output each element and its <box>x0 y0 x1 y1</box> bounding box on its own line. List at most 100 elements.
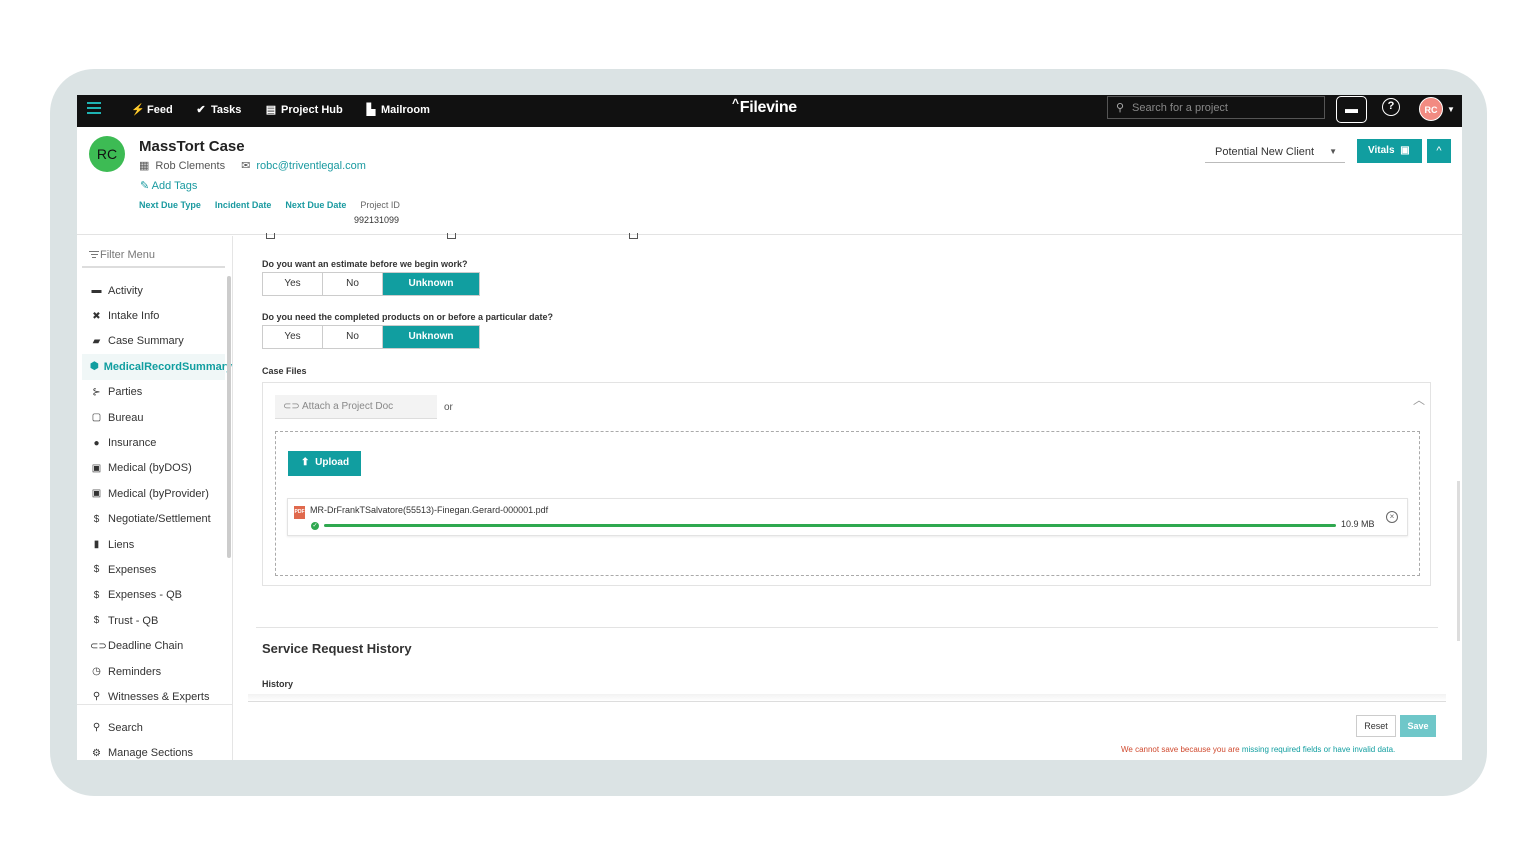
deadline-toggle: Yes No Unknown <box>262 325 480 349</box>
add-tags-button[interactable]: ✎ Add Tags <box>140 179 197 192</box>
sidebar-item-negotiate-settlement[interactable]: $ Negotiate/Settlement <box>82 507 225 532</box>
file-size: 10.9 MB <box>1341 519 1375 529</box>
next-due-date-field[interactable]: Next Due Date <box>285 200 346 210</box>
sidebar-item-liens[interactable]: ▮ Liens <box>82 532 225 557</box>
case-files-box: ⊂⊃ Attach a Project Doc or ︿ ⬆ Upload PD… <box>262 382 1431 586</box>
sidebar-item-expenses-qb[interactable]: $ Expenses - QB <box>82 583 225 608</box>
attach-project-doc-button[interactable]: ⊂⊃ Attach a Project Doc <box>275 395 437 419</box>
nav-tasks-label: Tasks <box>211 104 242 116</box>
uploaded-file: PDF MR-DrFrankTSalvatore(55513)-Finegan.… <box>287 498 1408 536</box>
sidebar-item-bureau[interactable]: ▢ Bureau <box>82 405 225 430</box>
file-dropzone[interactable]: ⬆ Upload PDF MR-DrFrankTSalvatore(55513)… <box>275 431 1420 576</box>
nav-feed[interactable]: ⚡ Feed <box>131 104 173 116</box>
parties-icon: ⊱ <box>92 386 101 398</box>
sidebar-item-medicalrecordsummary[interactable]: ⬢ MedicalRecordSummary <box>82 354 232 380</box>
estimate-unknown[interactable]: Unknown <box>383 273 479 295</box>
estimate-question: Do you want an estimate before we begin … <box>262 259 468 269</box>
sidebar-item-expenses[interactable]: $ Expenses <box>82 557 225 582</box>
section-divider <box>256 627 1438 628</box>
contact-email[interactable]: robc@triventlegal.com <box>256 160 366 172</box>
add-tags-label: Add Tags <box>151 180 198 192</box>
upload-button[interactable]: ⬆ Upload <box>288 451 361 476</box>
logo-chevron-icon: ^ <box>732 96 739 110</box>
service-history-title: Service Request History <box>262 641 412 656</box>
help-icon[interactable]: ? <box>1382 98 1400 116</box>
filter-menu-input[interactable]: Filter Menu <box>82 242 225 268</box>
checkbox[interactable] <box>629 233 638 239</box>
sidebar-search[interactable]: ⚲ Search <box>77 715 233 740</box>
main-scrollbar[interactable] <box>1457 481 1460 641</box>
client-avatar: RC <box>89 136 125 172</box>
sidebar-item-medical-bydos-[interactable]: ▣ Medical (byDOS) <box>82 456 225 481</box>
deadline-yes[interactable]: Yes <box>263 326 323 348</box>
incident-date-field[interactable]: Incident Date <box>215 200 272 210</box>
search-icon: ⚲ <box>92 722 101 734</box>
case-title: MassTort Case <box>139 138 245 155</box>
sidebar-item-label: Reminders <box>108 665 162 678</box>
chat-button[interactable]: ▬ <box>1336 96 1367 123</box>
chevron-up-icon: ^ <box>1436 145 1442 157</box>
phase-select-value: Potential New Client <box>1215 146 1315 158</box>
deadline-unknown[interactable]: Unknown <box>383 326 479 348</box>
reset-button[interactable]: Reset <box>1356 715 1396 737</box>
user-menu-caret-icon[interactable]: ▼ <box>1447 105 1455 114</box>
checkbox[interactable] <box>447 233 456 239</box>
project-hub-icon: ▤ <box>265 104 277 116</box>
sidebar-item-medical-byprovider-[interactable]: ▣ Medical (byProvider) <box>82 481 225 506</box>
project-search-input[interactable]: ⚲ Search for a project <box>1107 96 1325 119</box>
hamburger-menu-icon[interactable] <box>87 102 101 114</box>
nav-project-hub[interactable]: ▤ Project Hub <box>265 104 343 116</box>
upload-progress-bar <box>324 524 1336 527</box>
sidebar-item-trust-qb[interactable]: $ Trust - QB <box>82 608 225 633</box>
sidebar-item-label: Intake Info <box>108 310 160 323</box>
search-placeholder: Search for a project <box>1132 102 1228 114</box>
estimate-yes[interactable]: Yes <box>263 273 323 295</box>
chat-icon: ▬ <box>1345 101 1358 116</box>
chevron-up-icon[interactable]: ︿ <box>1413 391 1425 408</box>
sidebar-item-intake-info[interactable]: ✖ Intake Info <box>82 303 225 328</box>
contact-name[interactable]: Rob Clements <box>155 160 225 172</box>
chevron-down-icon: ▼ <box>1329 147 1337 156</box>
sidebar-item-deadline-chain[interactable]: ⊂⊃ Deadline Chain <box>82 633 225 658</box>
phase-select[interactable]: Potential New Client ▼ <box>1205 140 1345 163</box>
sidebar-item-case-summary[interactable]: ▰ Case Summary <box>82 329 225 354</box>
collapse-header-button[interactable]: ^ <box>1427 139 1451 163</box>
nav-feed-label: Feed <box>147 104 173 116</box>
save-button[interactable]: Save <box>1400 715 1436 737</box>
file-name[interactable]: MR-DrFrankTSalvatore(55513)-Finegan.Gera… <box>310 505 548 515</box>
nav-mailroom[interactable]: ▙ Mailroom <box>365 104 430 116</box>
nav-project-hub-label: Project Hub <box>281 104 343 116</box>
or-label: or <box>444 402 453 413</box>
sidebar-search-label: Search <box>108 721 143 734</box>
pdf-icon: PDF <box>294 506 305 519</box>
check-icon: ✓ <box>311 522 319 530</box>
user-avatar[interactable]: RC <box>1419 97 1443 121</box>
wrench-icon: ✖ <box>92 310 101 322</box>
dollar-icon: $ <box>93 564 100 576</box>
estimate-no[interactable]: No <box>323 273 383 295</box>
remove-file-icon[interactable]: × <box>1386 511 1398 523</box>
sidebar-item-label: Trust - QB <box>108 614 159 627</box>
sidebar-item-parties[interactable]: ⊱ Parties <box>82 380 225 405</box>
sidebar-item-reminders[interactable]: ◷ Reminders <box>82 659 225 684</box>
manage-sections[interactable]: ⚙ Manage Sections <box>77 740 233 760</box>
estimate-toggle: Yes No Unknown <box>262 272 480 296</box>
validation-error: We cannot save because you are missing r… <box>1121 745 1395 754</box>
next-due-type-field[interactable]: Next Due Type <box>139 200 201 210</box>
monitor-icon: ▢ <box>91 412 102 424</box>
sidebar-item-label: Case Summary <box>108 335 184 348</box>
deadline-no[interactable]: No <box>323 326 383 348</box>
vitals-button[interactable]: Vitals ▣ <box>1357 139 1422 163</box>
case-files-label: Case Files <box>262 366 307 376</box>
filevine-logo[interactable]: ^Filevine <box>732 96 797 117</box>
project-id-label: Project ID <box>360 200 400 210</box>
history-label: History <box>262 679 294 689</box>
nav-tasks[interactable]: ✔ Tasks <box>195 104 241 116</box>
checkbox[interactable] <box>266 233 275 239</box>
person-card-icon: ▦ <box>139 160 150 172</box>
clipboard-icon: ▣ <box>91 488 102 500</box>
clock-icon: ◷ <box>92 666 101 678</box>
sidebar-scrollbar[interactable] <box>227 276 231 558</box>
sidebar-item-activity[interactable]: ▬ Activity <box>82 278 225 303</box>
sidebar-item-insurance[interactable]: ● Insurance <box>82 430 225 455</box>
